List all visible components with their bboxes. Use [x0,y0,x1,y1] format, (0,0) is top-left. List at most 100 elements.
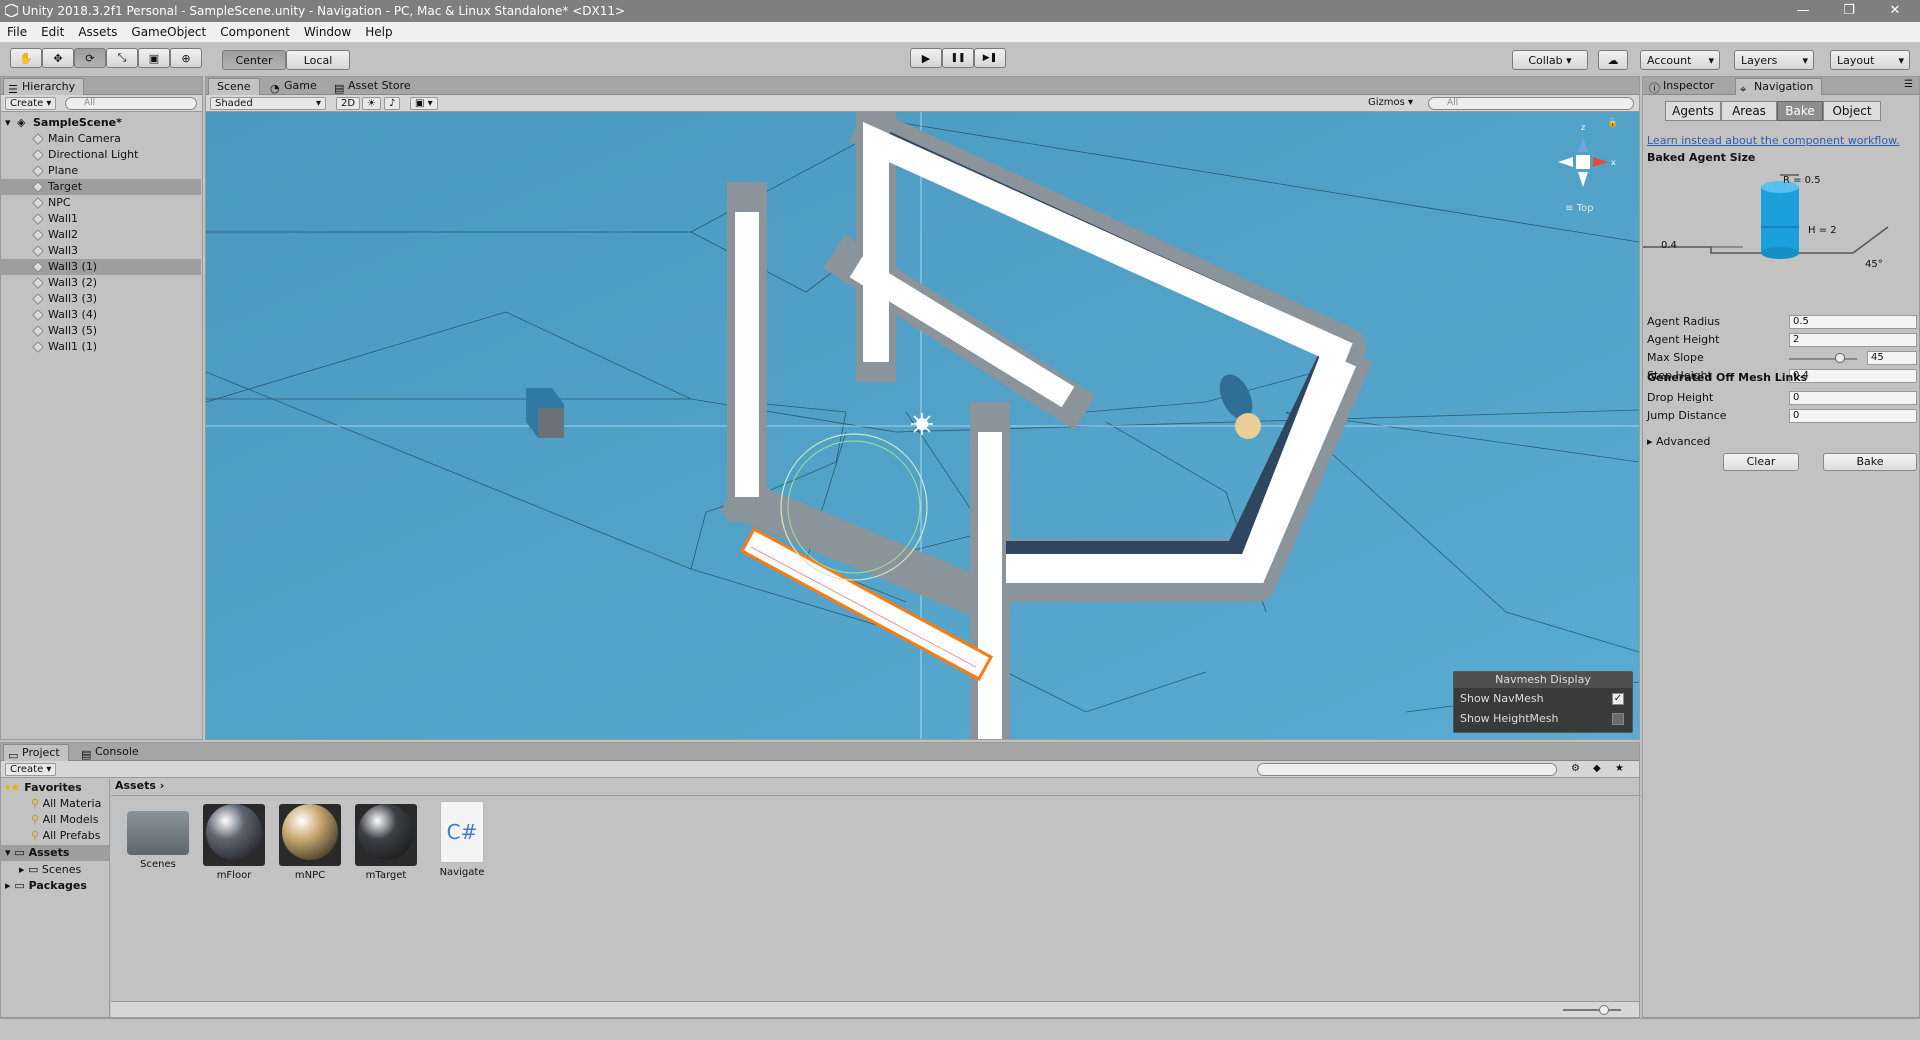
rect-tool-button[interactable]: ▣ [138,48,170,68]
field-input[interactable]: 2 [1789,333,1917,347]
move-tool-button[interactable]: ✥ [42,48,74,68]
transform-tool-button[interactable]: ⊕ [170,48,202,68]
asset-item[interactable]: mFloor [199,801,269,881]
close-button[interactable]: ✕ [1872,0,1918,22]
zoom-slider-thumb[interactable] [1599,1005,1609,1015]
tab-scene[interactable]: Scene [208,78,260,95]
scale-tool-button[interactable]: ⤡ [106,48,138,68]
subtab-agents[interactable]: Agents [1665,101,1721,121]
favorite-item[interactable]: ⚲ All Prefabs [31,829,101,842]
menu-window[interactable]: Window [297,25,358,39]
layers-dropdown[interactable]: Layers ▾ [1734,50,1814,70]
layout-dropdown[interactable]: Layout ▾ [1830,50,1910,70]
play-button[interactable]: ▶ [910,48,942,68]
tab-asset-store[interactable]: ▤ Asset Store [330,78,419,95]
field-input[interactable]: 0.5 [1789,315,1917,329]
asset-breadcrumb[interactable]: Assets › [111,779,164,795]
zoom-slider-track[interactable] [1563,1009,1621,1011]
collab-dropdown[interactable]: Collab ▾ [1512,50,1588,70]
menu-gameobject[interactable]: GameObject [124,25,213,39]
scene-root-row[interactable]: ▾ ◈ SampleScene* [1,115,201,131]
toggle-2d-button[interactable]: 2D [336,97,361,110]
hierarchy-item[interactable]: Wall3 (3) [1,291,201,307]
tab-project[interactable]: ▭ Project [3,744,69,762]
asset-item[interactable]: Scenes [123,801,193,870]
max-slope-input[interactable]: 45 [1867,351,1917,365]
subtab-areas[interactable]: Areas [1721,101,1777,121]
hierarchy-item[interactable]: Target [1,179,201,195]
hierarchy-create-button[interactable]: Create ▾ [5,97,57,110]
hierarchy-item[interactable]: NPC [1,195,201,211]
hierarchy-item[interactable]: Wall2 [1,227,201,243]
tab-console[interactable]: ▤ Console [77,744,147,761]
field-input[interactable]: 0.4 [1789,369,1917,383]
asset-item[interactable]: mTarget [351,801,421,881]
project-search-input[interactable] [1257,763,1557,776]
scene-viewport[interactable]: z x ≡ Top 🔒 Navmesh Display Show NavMesh… [206,112,1639,739]
hierarchy-item[interactable]: Wall1 [1,211,201,227]
tab-navigation[interactable]: ⌖ Navigation [1735,78,1823,96]
menu-edit[interactable]: Edit [34,25,71,39]
favorite-item[interactable]: ⚲ All Materia [31,797,101,810]
tree-assets[interactable]: ▾ ▭ Assets [1,845,109,861]
pivot-center-button[interactable]: Center [222,50,286,70]
hierarchy-item[interactable]: Main Camera [1,131,201,147]
tab-inspector[interactable]: ⓘ Inspector [1645,78,1722,95]
subtab-object[interactable]: Object [1823,101,1881,121]
show-navmesh-checkbox[interactable]: ✓ [1612,693,1624,705]
favorite-star-icon[interactable]: ★ [1615,763,1624,774]
clear-button[interactable]: Clear [1723,453,1799,471]
bake-button[interactable]: Bake [1823,453,1917,471]
tab-game[interactable]: ◔ Game [266,78,325,95]
maximize-button[interactable]: ❐ [1826,0,1872,22]
directional-light-icon[interactable] [911,413,933,435]
hierarchy-item[interactable]: Wall3 (4) [1,307,201,323]
rotate-tool-button[interactable]: ⟳ [74,48,106,68]
asset-item[interactable]: C# Navigate [427,801,497,878]
asset-item[interactable]: mNPC [275,801,345,881]
tree-packages[interactable]: ▸ ▭ Packages [5,879,87,892]
subtab-bake[interactable]: Bake [1777,101,1823,121]
field-input[interactable]: 0 [1789,409,1917,423]
shading-dropdown[interactable]: Shaded ▾ [210,97,326,110]
gizmos-dropdown[interactable]: Gizmos ▾ [1364,97,1417,110]
scene-search-input[interactable]: All [1428,97,1634,110]
component-workflow-link[interactable]: Learn instead about the component workfl… [1647,134,1900,147]
menu-help[interactable]: Help [358,25,399,39]
hierarchy-search-input[interactable]: All [65,97,197,110]
menu-assets[interactable]: Assets [71,25,124,39]
account-dropdown[interactable]: Account ▾ [1640,50,1720,70]
field-input[interactable]: 0 [1789,391,1917,405]
filter-label-icon[interactable]: ◆ [1593,763,1601,774]
favorite-item[interactable]: ⚲ All Models [31,813,98,826]
hand-tool-button[interactable]: ✋ [10,48,42,68]
max-slope-slider[interactable] [1789,358,1857,360]
hierarchy-item[interactable]: Wall3 (2) [1,275,201,291]
tree-scenes[interactable]: ▸ ▭ Scenes [19,863,81,876]
show-heightmesh-checkbox[interactable] [1612,713,1624,725]
pivot-local-button[interactable]: Local [286,50,350,70]
filter-type-icon[interactable]: ⚙ [1571,763,1580,774]
lighting-toggle[interactable]: ☀ [362,97,381,110]
minimize-button[interactable]: — [1780,0,1826,22]
audio-toggle[interactable]: ♪ [384,97,401,110]
tab-hierarchy[interactable]: ☰ Hierarchy [3,78,85,96]
step-button[interactable]: ▶❚ [974,48,1006,68]
hierarchy-item[interactable]: Wall3 (5) [1,323,201,339]
lock-icon[interactable]: 🔒 [1607,118,1618,128]
menu-component[interactable]: Component [213,25,297,39]
panel-menu-icon[interactable]: ☰ [1904,79,1913,90]
pause-button[interactable]: ❚❚ [942,48,974,68]
hierarchy-item[interactable]: Directional Light [1,147,201,163]
favorites-header[interactable]: ▾★ Favorites [5,781,82,794]
advanced-foldout[interactable]: ▸ Advanced [1647,435,1710,448]
hierarchy-item[interactable]: Plane [1,163,201,179]
project-create-button[interactable]: Create ▾ [5,763,57,776]
hierarchy-item[interactable]: Wall3 [1,243,201,259]
menu-file[interactable]: File [0,25,34,39]
hierarchy-item[interactable]: Wall1 (1) [1,339,201,355]
hierarchy-item[interactable]: Wall3 (1) [1,259,201,275]
cloud-button[interactable]: ☁ [1598,50,1628,70]
max-slope-slider-thumb[interactable] [1835,353,1845,363]
effects-dropdown[interactable]: ▣ ▾ [410,97,438,110]
